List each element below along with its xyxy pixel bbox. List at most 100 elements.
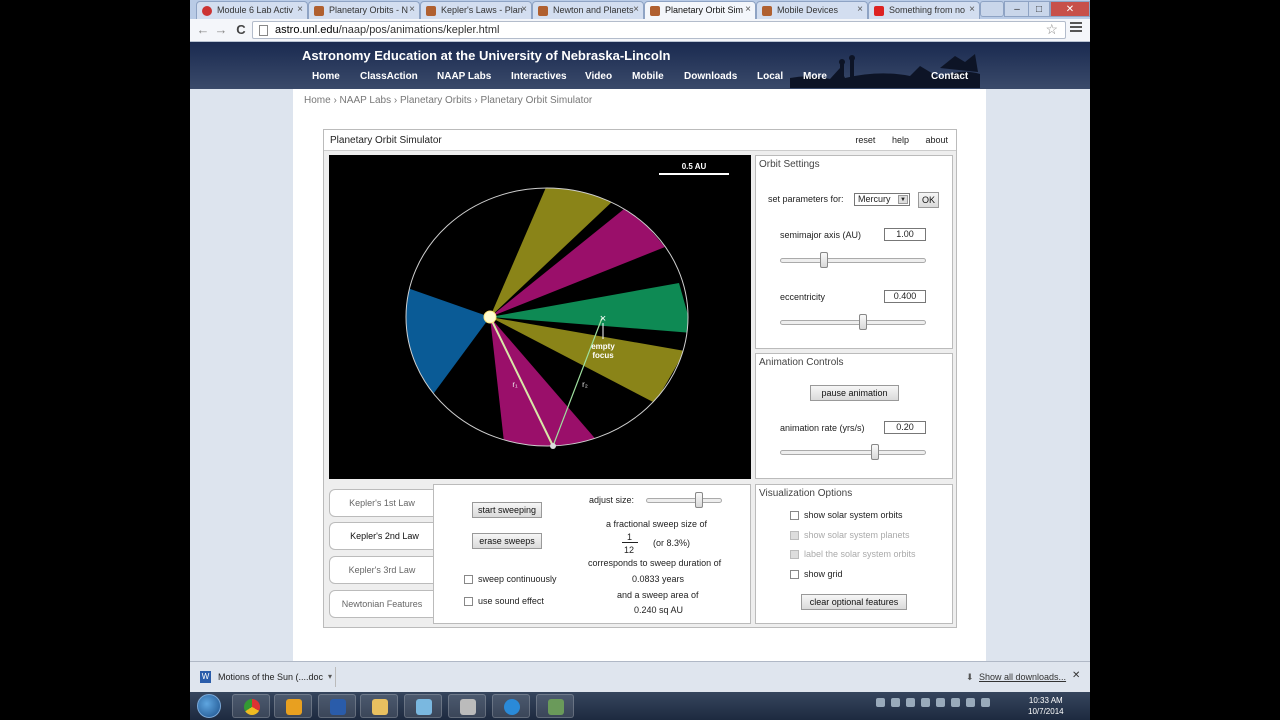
animation-rate-slider[interactable] [780, 450, 926, 455]
focus-label: focus [592, 351, 614, 360]
internet-explorer-icon [504, 699, 520, 715]
duration-value: 0.0833 years [632, 574, 685, 584]
visualization-options-panel: Visualization Options show solar system … [755, 484, 953, 624]
tab-close-icon[interactable]: × [745, 4, 751, 15]
nav-more[interactable]: More [803, 71, 827, 82]
tab-keplers-3rd-law[interactable]: Kepler's 3rd Law [329, 556, 435, 584]
animation-rate-input[interactable]: 0.20 [884, 421, 926, 434]
tray-icon[interactable] [921, 698, 930, 707]
eccentricity-slider-thumb[interactable] [859, 314, 868, 330]
outlook-icon [286, 699, 302, 715]
erase-sweeps-button[interactable]: erase sweeps [472, 533, 542, 549]
tab-close-icon[interactable]: × [297, 4, 303, 15]
explorer-taskbar-button[interactable] [360, 694, 398, 718]
youtube-favicon-icon [874, 6, 884, 16]
nav-local[interactable]: Local [757, 71, 783, 82]
app-taskbar-button[interactable] [404, 694, 442, 718]
chrome-menu-icon[interactable] [1070, 22, 1082, 34]
word-taskbar-button[interactable] [318, 694, 356, 718]
sound-effect-checkbox[interactable] [464, 597, 473, 606]
close-shelf-icon[interactable]: ✕ [1072, 670, 1080, 681]
sweep-continuously-checkbox[interactable] [464, 575, 473, 584]
tray-icon[interactable] [951, 698, 960, 707]
animation-rate-slider-thumb[interactable] [870, 444, 879, 460]
semimajor-axis-input[interactable]: 1.00 [884, 228, 926, 241]
planet-marker[interactable] [550, 443, 556, 449]
bookmark-star-icon[interactable]: ☆ [1045, 21, 1058, 38]
semimajor-axis-label: semimajor axis (AU) [780, 230, 862, 240]
sweep-size-slider-thumb[interactable] [695, 492, 704, 508]
new-tab-button[interactable] [980, 1, 1004, 17]
duration-text: corresponds to sweep duration of [588, 558, 722, 568]
tab-planetary-orbit-sim[interactable]: Planetary Orbit Sim × [644, 1, 756, 19]
semimajor-axis-slider-thumb[interactable] [819, 252, 828, 268]
clear-optional-features-button[interactable]: clear optional features [801, 594, 907, 610]
tab-close-icon[interactable]: × [857, 4, 863, 15]
help-link[interactable]: help [892, 135, 909, 145]
nav-naap-labs[interactable]: NAAP Labs [437, 71, 491, 82]
nav-video[interactable]: Video [585, 71, 612, 82]
chrome-taskbar-button[interactable] [232, 694, 270, 718]
nav-contact[interactable]: Contact [931, 71, 968, 82]
tab-keplers-laws[interactable]: Kepler's Laws - Plan × [420, 1, 532, 19]
taskbar-clock[interactable]: 10:33 AM 10/7/2014 [1028, 695, 1064, 717]
tab-mobile-devices[interactable]: Mobile Devices × [756, 1, 868, 19]
nav-home[interactable]: Home [312, 71, 340, 82]
about-link[interactable]: about [925, 135, 948, 145]
nav-mobile[interactable]: Mobile [632, 71, 664, 82]
page-icon [259, 25, 268, 36]
tool-taskbar-button[interactable] [536, 694, 574, 718]
folder-icon [372, 699, 388, 715]
tab-something-from[interactable]: Something from no × [868, 1, 980, 19]
reload-icon[interactable]: C [232, 22, 250, 38]
minimize-button[interactable]: – [1004, 1, 1030, 17]
ok-button[interactable]: OK [918, 192, 939, 208]
nav-classaction[interactable]: ClassAction [360, 71, 418, 82]
address-bar[interactable]: astro.unl.edu/naap/pos/animations/kepler… [252, 21, 1066, 39]
browser-window: Module 6 Lab Activ × Planetary Orbits - N… [190, 0, 1090, 692]
tab-close-icon[interactable]: × [633, 4, 639, 15]
sweep-size-slider[interactable] [646, 498, 722, 503]
orbit-canvas[interactable]: 0.5 AU × empty focus r₁ r₂ [329, 155, 751, 479]
download-item[interactable]: W Motions of the Sun (....doc [198, 667, 336, 687]
tray-icon[interactable] [906, 698, 915, 707]
tray-icon[interactable] [981, 698, 990, 707]
back-arrow-icon[interactable]: ← [194, 22, 212, 38]
reset-link[interactable]: reset [855, 135, 875, 145]
show-orbits-checkbox[interactable] [790, 511, 799, 520]
tab-keplers-2nd-law[interactable]: Kepler's 2nd Law [329, 522, 439, 550]
tab-planetary-orbits[interactable]: Planetary Orbits - N × [308, 1, 420, 19]
fraction-text: a fractional sweep size of [606, 519, 708, 529]
show-all-downloads-link[interactable]: Show all downloads... [979, 672, 1066, 682]
tab-close-icon[interactable]: × [969, 4, 975, 15]
tab-newtonian-features[interactable]: Newtonian Features [329, 590, 435, 618]
semimajor-axis-slider[interactable] [780, 258, 926, 263]
tab-newton-planets[interactable]: Newton and Planets × [532, 1, 644, 19]
tray-icon[interactable] [876, 698, 885, 707]
show-grid-checkbox[interactable] [790, 570, 799, 579]
planet-select[interactable]: Mercury ▼ [854, 193, 910, 206]
eccentricity-slider[interactable] [780, 320, 926, 325]
animation-controls-title: Animation Controls [759, 357, 844, 368]
start-sweeping-button[interactable]: start sweeping [472, 502, 542, 518]
close-window-button[interactable]: ✕ [1050, 1, 1090, 17]
tab-close-icon[interactable]: × [409, 4, 415, 15]
forward-arrow-icon[interactable]: → [212, 22, 230, 38]
scanner-taskbar-button[interactable] [448, 694, 486, 718]
tab-module-6-lab[interactable]: Module 6 Lab Activ × [196, 1, 308, 19]
ie-taskbar-button[interactable] [492, 694, 530, 718]
tray-icon[interactable] [891, 698, 900, 707]
tray-icon[interactable] [966, 698, 975, 707]
pause-animation-button[interactable]: pause animation [810, 385, 899, 401]
start-button-icon[interactable] [197, 694, 221, 718]
nav-downloads[interactable]: Downloads [684, 71, 737, 82]
downloads-shelf: W Motions of the Sun (....doc ▾ ⬇ Show a… [190, 661, 1090, 692]
outlook-taskbar-button[interactable] [274, 694, 312, 718]
tab-keplers-1st-law[interactable]: Kepler's 1st Law [329, 489, 435, 517]
tray-icon[interactable] [936, 698, 945, 707]
eccentricity-input[interactable]: 0.400 [884, 290, 926, 303]
tab-close-icon[interactable]: × [521, 4, 527, 15]
nav-interactives[interactable]: Interactives [511, 71, 567, 82]
download-menu-caret-icon[interactable]: ▾ [328, 672, 332, 681]
maximize-button[interactable]: □ [1028, 1, 1050, 17]
